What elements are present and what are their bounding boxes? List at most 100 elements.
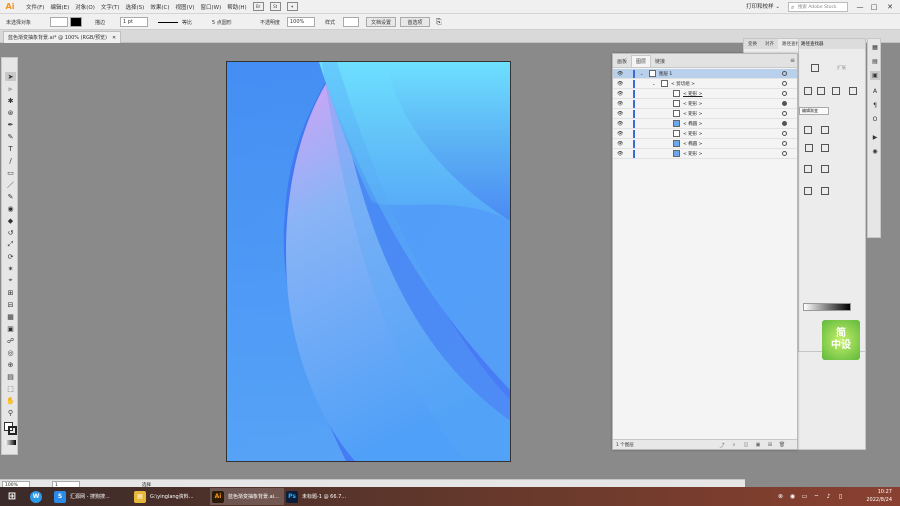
taskbar-item[interactable]: ▤ G:\yinglang资料...: [132, 488, 206, 505]
artboard[interactable]: [226, 61, 511, 462]
opacity-field[interactable]: 100%: [287, 17, 315, 27]
appearance-icon[interactable]: ◉: [870, 147, 880, 156]
column-graph-tool-icon[interactable]: ▤: [5, 372, 16, 381]
gpu-icon[interactable]: ✦: [286, 2, 298, 11]
symbols-icon[interactable]: ▣: [870, 71, 880, 80]
layer-row[interactable]: 👁 ⌄ 图层 1: [613, 69, 797, 79]
lasso-tool-icon[interactable]: ⊛: [5, 108, 16, 117]
perspective-grid-tool-icon[interactable]: ⊟: [5, 300, 16, 309]
align-left-icon[interactable]: [804, 126, 812, 134]
divide-icon[interactable]: [804, 87, 812, 95]
crop-icon[interactable]: [849, 87, 857, 95]
target-circle-icon[interactable]: [782, 91, 787, 96]
paintbrush-tool-icon[interactable]: ／: [5, 180, 16, 189]
target-circle-icon[interactable]: [782, 131, 787, 136]
shape-builder-tool-icon[interactable]: ⊞: [5, 288, 16, 297]
profile-label[interactable]: 等比: [182, 17, 192, 27]
warp-tool-icon[interactable]: ⟳: [5, 252, 16, 261]
merge-icon[interactable]: [832, 87, 840, 95]
visibility-eye-icon[interactable]: 👁: [617, 101, 623, 107]
clock[interactable]: 10:27 2022/8/24: [866, 488, 892, 504]
visibility-eye-icon[interactable]: 👁: [617, 131, 623, 137]
preferences-button[interactable]: 首选项: [400, 17, 430, 27]
zoom-tool-icon[interactable]: ⚲: [5, 408, 16, 417]
scale-tool-icon[interactable]: ⤢: [5, 240, 16, 249]
layer-row[interactable]: 👁 ⌄ < 剪切组 >: [613, 79, 797, 89]
layer-name[interactable]: < 椭圆 >: [683, 141, 702, 147]
layer-row[interactable]: 👁 < 矩形 >: [613, 109, 797, 119]
curvature-tool-icon[interactable]: ✎: [5, 132, 16, 141]
maximize-button[interactable]: □: [868, 1, 880, 12]
paragraph-icon[interactable]: ¶: [870, 101, 880, 110]
stroke-profile-line[interactable]: [158, 17, 178, 27]
new-layer-icon[interactable]: ⊞: [767, 442, 773, 448]
type-tool-icon[interactable]: T: [5, 144, 16, 153]
new-sublayer-icon[interactable]: ▣: [755, 442, 761, 448]
opentype-icon[interactable]: O: [870, 115, 880, 124]
hand-tool-icon[interactable]: ✋: [5, 396, 16, 405]
layer-name[interactable]: < 矩形 >: [683, 111, 702, 117]
layer-row[interactable]: 👁 < 矩形 >: [613, 149, 797, 159]
tab-transform[interactable]: 变换: [744, 41, 761, 47]
layer-row[interactable]: 👁 < 矩形 >: [613, 99, 797, 109]
align-middle-icon[interactable]: [821, 165, 829, 173]
layer-name[interactable]: < 矩形 >: [683, 91, 702, 97]
tab-links[interactable]: 链接: [651, 56, 669, 67]
document-tab[interactable]: 蓝色渐变抽象背景.ai* @ 100% (RGB/预览) ✕: [3, 31, 122, 43]
visibility-eye-icon[interactable]: 👁: [617, 91, 623, 97]
opacity-label[interactable]: 不透明度: [260, 17, 280, 27]
tab-artboards[interactable]: 画板: [613, 56, 631, 67]
tray-icon-1[interactable]: ⊗: [777, 493, 784, 500]
app-logo[interactable]: Ai: [2, 0, 18, 13]
menu-help[interactable]: 帮助(H): [227, 3, 246, 11]
target-circle-icon[interactable]: [782, 151, 787, 156]
expand-button[interactable]: 扩展: [837, 65, 846, 71]
magic-wand-tool-icon[interactable]: ✱: [5, 96, 16, 105]
layer-row[interactable]: 👁 < 椭圆 >: [613, 119, 797, 129]
character-icon[interactable]: A: [870, 87, 880, 96]
menu-window[interactable]: 窗口(W): [201, 3, 222, 11]
stroke-swatch[interactable]: [70, 17, 82, 27]
layer-name[interactable]: < 矩形 >: [683, 131, 702, 137]
trim-icon[interactable]: [817, 87, 825, 95]
menu-effect[interactable]: 效果(C): [150, 3, 169, 11]
layer-name[interactable]: < 椭圆 >: [683, 121, 702, 127]
swatches-icon[interactable]: ▦: [870, 43, 880, 52]
start-button[interactable]: ⊞: [4, 488, 22, 505]
stroke-label[interactable]: 描边: [95, 17, 105, 27]
wifi-icon[interactable]: ⌔: [813, 493, 820, 501]
panel-menu-icon[interactable]: ≡: [790, 57, 795, 64]
rectangle-tool-icon[interactable]: ▭: [5, 168, 16, 177]
search-layers-icon[interactable]: ⌕: [731, 442, 737, 448]
style-label[interactable]: 样式: [325, 17, 335, 27]
arrange-icon[interactable]: ⎘: [436, 17, 442, 27]
tray-icon-2[interactable]: ◉: [789, 493, 796, 500]
edit-gradient-button[interactable]: 编辑渐变: [799, 107, 829, 115]
app-launcher[interactable]: W: [28, 488, 46, 505]
distribute-center-icon[interactable]: [821, 144, 829, 152]
target-circle-icon[interactable]: [782, 71, 787, 76]
blend-tool-icon[interactable]: ◎: [5, 348, 16, 357]
brushes-icon[interactable]: ▤: [870, 57, 880, 66]
target-circle-icon[interactable]: [782, 121, 787, 126]
bridge-icon[interactable]: Br: [252, 2, 264, 11]
eraser-tool-icon[interactable]: ◆: [5, 216, 16, 225]
symbol-sprayer-tool-icon[interactable]: ⊕: [5, 360, 16, 369]
expand-chevron-icon[interactable]: ⌄: [652, 81, 655, 86]
pen-tool-icon[interactable]: ✒: [5, 120, 16, 129]
clipping-mask-icon[interactable]: ◫: [743, 442, 749, 448]
stroke-weight-field[interactable]: 1 pt: [120, 17, 148, 27]
tab-layers[interactable]: 图层: [631, 55, 652, 67]
taskbar-item[interactable]: Ps 未标题-1 @ 66.7...: [284, 488, 358, 505]
delete-icon[interactable]: 🗑: [779, 442, 785, 448]
target-circle-icon[interactable]: [782, 81, 787, 86]
pencil-tool-icon[interactable]: ✎: [5, 192, 16, 201]
expand-chevron-icon[interactable]: ⌄: [640, 71, 643, 76]
free-transform-tool-icon[interactable]: ⌖: [5, 276, 16, 285]
brush-label[interactable]: 5 点圆形: [212, 17, 232, 27]
visibility-eye-icon[interactable]: 👁: [617, 151, 623, 157]
layer-row[interactable]: 👁 < 矩形 >: [613, 89, 797, 99]
stroke-color-swatch[interactable]: [8, 426, 17, 435]
search-input[interactable]: 搜索 Adobe Stock ⌕: [788, 2, 848, 12]
close-icon[interactable]: ✕: [112, 35, 116, 41]
